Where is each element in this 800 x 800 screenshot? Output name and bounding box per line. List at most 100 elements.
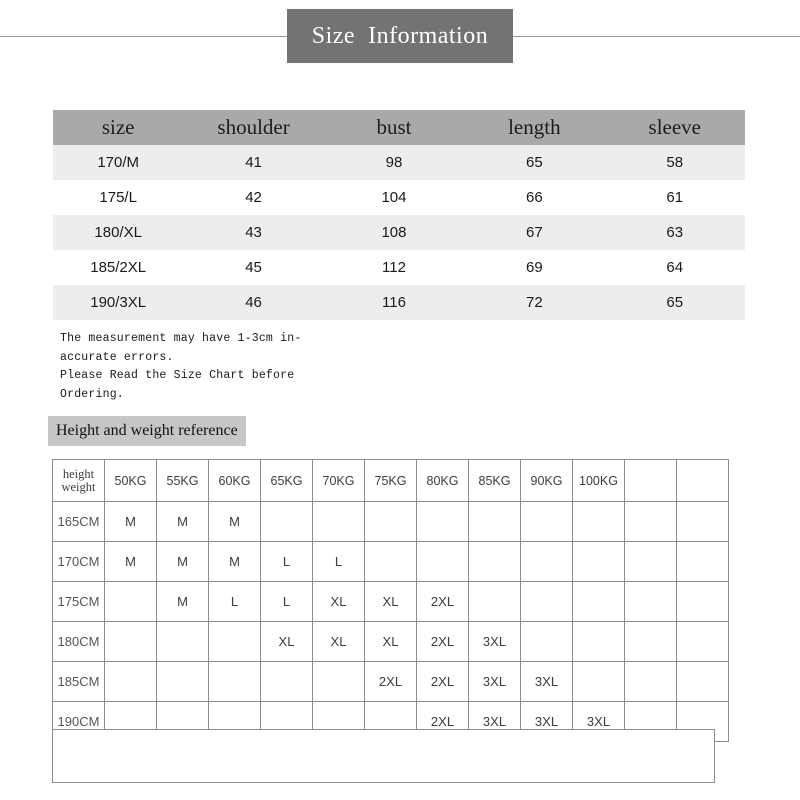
grid-cell: XL (312, 621, 365, 662)
grid-cell (156, 661, 209, 702)
grid-cell (260, 501, 313, 542)
grid-cell: 2XL (364, 661, 417, 702)
grid-cell (624, 661, 677, 702)
cell-length: 65 (464, 145, 605, 180)
cell-sleeve: 61 (604, 180, 745, 215)
corner-label-height: height (62, 466, 95, 481)
weight-header-cell: 50KG (104, 459, 157, 502)
weight-header-cell: 80KG (416, 459, 469, 502)
grid-cell: XL (260, 621, 313, 662)
cell-length: 72 (464, 285, 605, 320)
cell-bust: 104 (323, 180, 465, 215)
grid-cell (104, 581, 157, 622)
grid-cell: XL (312, 581, 365, 622)
weight-header-cell: 90KG (520, 459, 573, 502)
grid-cell: L (260, 581, 313, 622)
weight-header-cell: 100KG (572, 459, 625, 502)
weight-header-cell: 60KG (208, 459, 261, 502)
grid-cell (520, 541, 573, 582)
grid-cell (468, 541, 521, 582)
cell-shoulder: 42 (183, 180, 324, 215)
grid-cell (572, 541, 625, 582)
height-header-cell: 170CM (52, 541, 105, 582)
grid-cell (312, 661, 365, 702)
weight-header-cell: 55KG (156, 459, 209, 502)
grid-cell (208, 661, 261, 702)
cell-length: 69 (464, 250, 605, 285)
title-box: Size Information (287, 9, 513, 63)
grid-cell (416, 501, 469, 542)
table-row: 175/L 42 104 66 61 (53, 180, 745, 215)
column-header-bust: bust (323, 110, 465, 145)
cell-length: 66 (464, 180, 605, 215)
height-header-cell: 180CM (52, 621, 105, 662)
grid-cell (104, 661, 157, 702)
column-header-shoulder: shoulder (183, 110, 324, 145)
grid-cell: M (208, 501, 261, 542)
grid-cell: 2XL (416, 621, 469, 662)
cell-size: 185/2XL (53, 250, 184, 285)
grid-cell (208, 621, 261, 662)
grid-cell: M (156, 581, 209, 622)
grid-cell (624, 621, 677, 662)
height-weight-reference-grid: height weight 50KG 55KG 60KG 65KG 70KG 7… (52, 459, 729, 742)
grid-cell: 3XL (468, 621, 521, 662)
cell-shoulder: 43 (183, 215, 324, 250)
grid-cell: 2XL (416, 581, 469, 622)
cell-shoulder: 46 (183, 285, 324, 320)
cell-sleeve: 63 (604, 215, 745, 250)
table-row: 190/3XL 46 116 72 65 (53, 285, 745, 320)
height-header-cell: 185CM (52, 661, 105, 702)
grid-cell (676, 621, 729, 662)
grid-cell (624, 581, 677, 622)
grid-cell (260, 661, 313, 702)
weight-header-cell: 65KG (260, 459, 313, 502)
weight-header-cell: 85KG (468, 459, 521, 502)
cell-size: 190/3XL (53, 285, 184, 320)
cell-size: 175/L (53, 180, 184, 215)
grid-cell (572, 661, 625, 702)
grid-cell: XL (364, 581, 417, 622)
height-header-cell: 175CM (52, 581, 105, 622)
size-specification-table: size shoulder bust length sleeve 170/M 4… (53, 110, 745, 320)
column-header-sleeve: sleeve (604, 110, 745, 145)
grid-cell: M (156, 541, 209, 582)
grid-cell: L (208, 581, 261, 622)
note-line: Please Read the Size Chart before (60, 369, 295, 382)
height-header-cell: 165CM (52, 501, 105, 542)
grid-cell (676, 501, 729, 542)
title-banner: Size Information (0, 0, 800, 80)
weight-header-cell (676, 459, 729, 502)
size-table-header: size shoulder bust length sleeve (53, 110, 745, 145)
grid-cell (520, 501, 573, 542)
note-line: accurate errors. (60, 350, 174, 364)
grid-cell (416, 541, 469, 582)
table-row: 180/XL 43 108 67 63 (53, 215, 745, 250)
grid-header-row: height weight 50KG 55KG 60KG 65KG 70KG 7… (52, 459, 729, 502)
column-header-size: size (53, 110, 184, 145)
note-line: The measurement may have 1-3cm in- (60, 332, 302, 345)
grid-cell (520, 581, 573, 622)
grid-cell: 3XL (520, 661, 573, 702)
grid-row: 180CM XL XL XL 2XL 3XL (52, 621, 729, 662)
grid-row: 175CM M L L XL XL 2XL (52, 581, 729, 622)
grid-cell (520, 621, 573, 662)
grid-cell (572, 621, 625, 662)
grid-cell: M (104, 501, 157, 542)
table-row: 185/2XL 45 112 69 64 (53, 250, 745, 285)
cell-size: 180/XL (53, 215, 184, 250)
grid-cell: M (156, 501, 209, 542)
grid-cell (156, 621, 209, 662)
corner-label-weight: weight (61, 479, 96, 494)
cell-shoulder: 41 (183, 145, 324, 180)
bottom-empty-box (52, 729, 715, 783)
grid-row: 170CM M M M L L (52, 541, 729, 582)
height-weight-reference-label: Height and weight reference (48, 416, 246, 446)
cell-shoulder: 45 (183, 250, 324, 285)
size-table-body: 170/M 41 98 65 58 175/L 42 104 66 61 180… (53, 145, 745, 320)
weight-header-cell (624, 459, 677, 502)
grid-row: 185CM 2XL 2XL 3XL 3XL (52, 661, 729, 702)
grid-cell (312, 501, 365, 542)
grid-cell: 2XL (416, 661, 469, 702)
grid-cell (364, 541, 417, 582)
